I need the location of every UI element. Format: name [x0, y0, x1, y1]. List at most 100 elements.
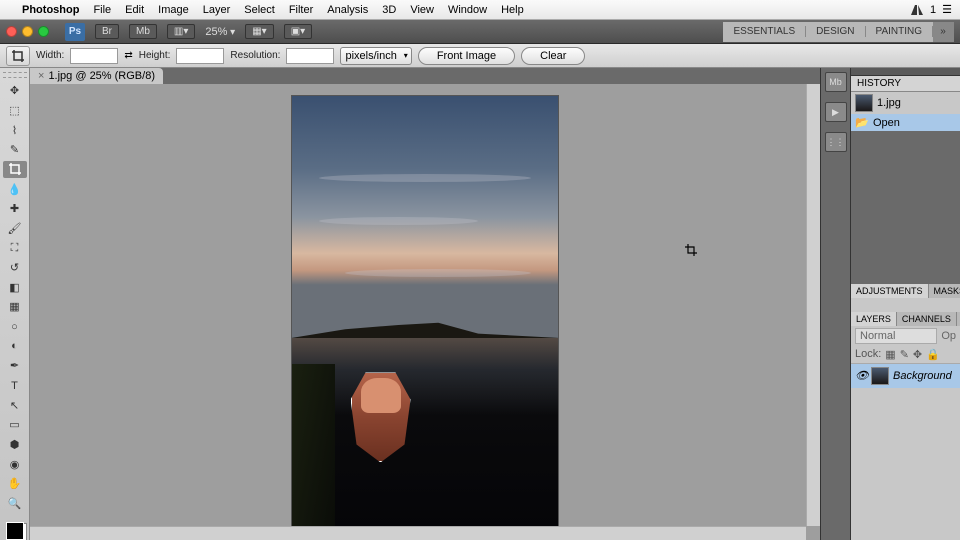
- front-image-button[interactable]: Front Image: [418, 47, 515, 65]
- eyedropper-tool[interactable]: 💧: [3, 180, 27, 198]
- horizontal-scrollbar[interactable]: [30, 526, 806, 540]
- workspace-painting[interactable]: PAINTING: [866, 26, 933, 37]
- app-toolbar: Ps Br Mb ▥▾ 25% ▾ ▦▾ ▣▾ ESSENTIALS DESIG…: [0, 20, 960, 44]
- options-bar: Width: ⇄ Height: Resolution: pixels/inch…: [0, 44, 960, 68]
- actions-dock-icon[interactable]: ▶: [825, 102, 847, 122]
- workspace-design[interactable]: DESIGN: [806, 26, 865, 37]
- arrange-button[interactable]: ▣▾: [284, 24, 312, 39]
- visibility-icon[interactable]: 👁: [855, 369, 867, 382]
- menu-image[interactable]: Image: [158, 4, 189, 16]
- panels-column: HISTORY 1.jpg 📂 Open ADJUSTMENTS MASKS L…: [850, 68, 960, 540]
- menu-file[interactable]: File: [93, 4, 111, 16]
- shape-tool[interactable]: ▭: [3, 416, 27, 434]
- move-tool[interactable]: ✥: [3, 82, 27, 100]
- workspace-more-icon[interactable]: »: [933, 22, 954, 42]
- screen-mode-button[interactable]: ▦▾: [245, 24, 273, 39]
- eraser-tool[interactable]: ◧: [3, 278, 27, 296]
- stamp-tool[interactable]: ⛶: [3, 239, 27, 257]
- clear-button[interactable]: Clear: [521, 47, 585, 65]
- lock-move-icon[interactable]: ✥: [913, 348, 922, 361]
- menu-3d[interactable]: 3D: [382, 4, 396, 16]
- layer-options-row: Normal Op: [851, 326, 960, 346]
- menu-help[interactable]: Help: [501, 4, 524, 16]
- minibridge-button[interactable]: Mb: [129, 24, 157, 39]
- crop-tool[interactable]: [3, 161, 27, 179]
- healing-tool[interactable]: ✚: [3, 200, 27, 218]
- lock-row: Lock: ▦ ✎ ✥ 🔒: [851, 346, 960, 364]
- minibridge-dock-icon[interactable]: Mb: [825, 72, 847, 92]
- workspace-number: 1: [930, 4, 936, 16]
- minimize-window-button[interactable]: [22, 26, 33, 37]
- marquee-tool[interactable]: ⬚: [3, 102, 27, 120]
- path-tool[interactable]: ↖: [3, 396, 27, 414]
- menu-select[interactable]: Select: [244, 4, 275, 16]
- pen-tool[interactable]: ✒: [3, 357, 27, 375]
- canvas-area: × 1.jpg @ 25% (RGB/8): [30, 68, 820, 540]
- lock-brush-icon[interactable]: ✎: [900, 348, 909, 361]
- gradient-tool[interactable]: ▦: [3, 298, 27, 316]
- adjustments-tab[interactable]: ADJUSTMENTS: [851, 284, 929, 298]
- workspace-essentials[interactable]: ESSENTIALS: [723, 26, 806, 37]
- crop-tool-indicator[interactable]: [6, 46, 30, 66]
- document-tab[interactable]: × 1.jpg @ 25% (RGB/8): [30, 68, 163, 84]
- layers-tab[interactable]: LAYERS: [851, 312, 897, 326]
- 3d-camera-tool[interactable]: ◉: [3, 455, 27, 473]
- lock-pixels-icon[interactable]: ▦: [885, 348, 895, 361]
- masks-tab[interactable]: MASKS: [929, 284, 960, 298]
- layer-name: Background: [893, 370, 952, 382]
- app-name[interactable]: Photoshop: [22, 4, 79, 16]
- window-controls: [6, 26, 49, 37]
- layer-background[interactable]: 👁 Background: [851, 364, 960, 388]
- blur-tool[interactable]: ○: [3, 318, 27, 336]
- adobe-icon: [910, 4, 924, 16]
- document-image[interactable]: [292, 96, 558, 528]
- close-window-button[interactable]: [6, 26, 17, 37]
- bridge-button[interactable]: Br: [95, 24, 119, 39]
- brush-tool[interactable]: 🖌: [3, 220, 27, 238]
- history-panel-tab[interactable]: HISTORY: [851, 76, 960, 92]
- 3d-tool[interactable]: ⬢: [3, 436, 27, 454]
- palette-grip[interactable]: [3, 72, 27, 78]
- vertical-scrollbar[interactable]: [806, 84, 820, 526]
- system-menubar: Photoshop File Edit Image Layer Select F…: [0, 0, 960, 20]
- close-tab-icon[interactable]: ×: [38, 70, 44, 82]
- lock-all-icon[interactable]: 🔒: [926, 348, 940, 361]
- history-step-open[interactable]: 📂 Open: [851, 114, 960, 131]
- lasso-tool[interactable]: ⌇: [3, 121, 27, 139]
- color-swatch[interactable]: [6, 522, 24, 540]
- menu-filter[interactable]: Filter: [289, 4, 313, 16]
- resolution-input[interactable]: [286, 48, 334, 64]
- view-docs-button[interactable]: ▥▾: [167, 24, 195, 39]
- panel-grip[interactable]: [851, 68, 960, 76]
- units-select[interactable]: pixels/inch: [340, 47, 411, 65]
- menu-view[interactable]: View: [410, 4, 434, 16]
- zoom-tool[interactable]: 🔍: [3, 495, 27, 513]
- height-label: Height:: [139, 50, 171, 61]
- canvas[interactable]: [30, 84, 820, 540]
- swap-icon[interactable]: ⇄: [124, 50, 132, 61]
- zoom-level[interactable]: 25% ▾: [205, 26, 235, 38]
- menu-extras-icon[interactable]: ☰: [942, 3, 952, 16]
- hand-tool[interactable]: ✋: [3, 475, 27, 493]
- resolution-label: Resolution:: [230, 50, 280, 61]
- menu-window[interactable]: Window: [448, 4, 487, 16]
- document-tab-bar: × 1.jpg @ 25% (RGB/8): [30, 68, 820, 84]
- opacity-label: Op: [941, 330, 956, 342]
- menu-analysis[interactable]: Analysis: [327, 4, 368, 16]
- quick-select-tool[interactable]: ✎: [3, 141, 27, 159]
- history-brush-tool[interactable]: ↺: [3, 259, 27, 277]
- menubar-right: 1 ☰: [910, 3, 952, 16]
- menu-edit[interactable]: Edit: [125, 4, 144, 16]
- presets-dock-icon[interactable]: ⋮⋮: [825, 132, 847, 152]
- type-tool[interactable]: T: [3, 377, 27, 395]
- history-source[interactable]: 1.jpg: [851, 92, 960, 114]
- menu-layer[interactable]: Layer: [203, 4, 231, 16]
- width-input[interactable]: [70, 48, 118, 64]
- dock-column: Mb ▶ ⋮⋮: [820, 68, 850, 540]
- dodge-tool[interactable]: ◐: [3, 337, 27, 355]
- layer-thumb-icon: [871, 367, 889, 385]
- channels-tab[interactable]: CHANNELS: [897, 312, 957, 326]
- zoom-window-button[interactable]: [38, 26, 49, 37]
- height-input[interactable]: [176, 48, 224, 64]
- blend-mode-select[interactable]: Normal: [855, 328, 937, 344]
